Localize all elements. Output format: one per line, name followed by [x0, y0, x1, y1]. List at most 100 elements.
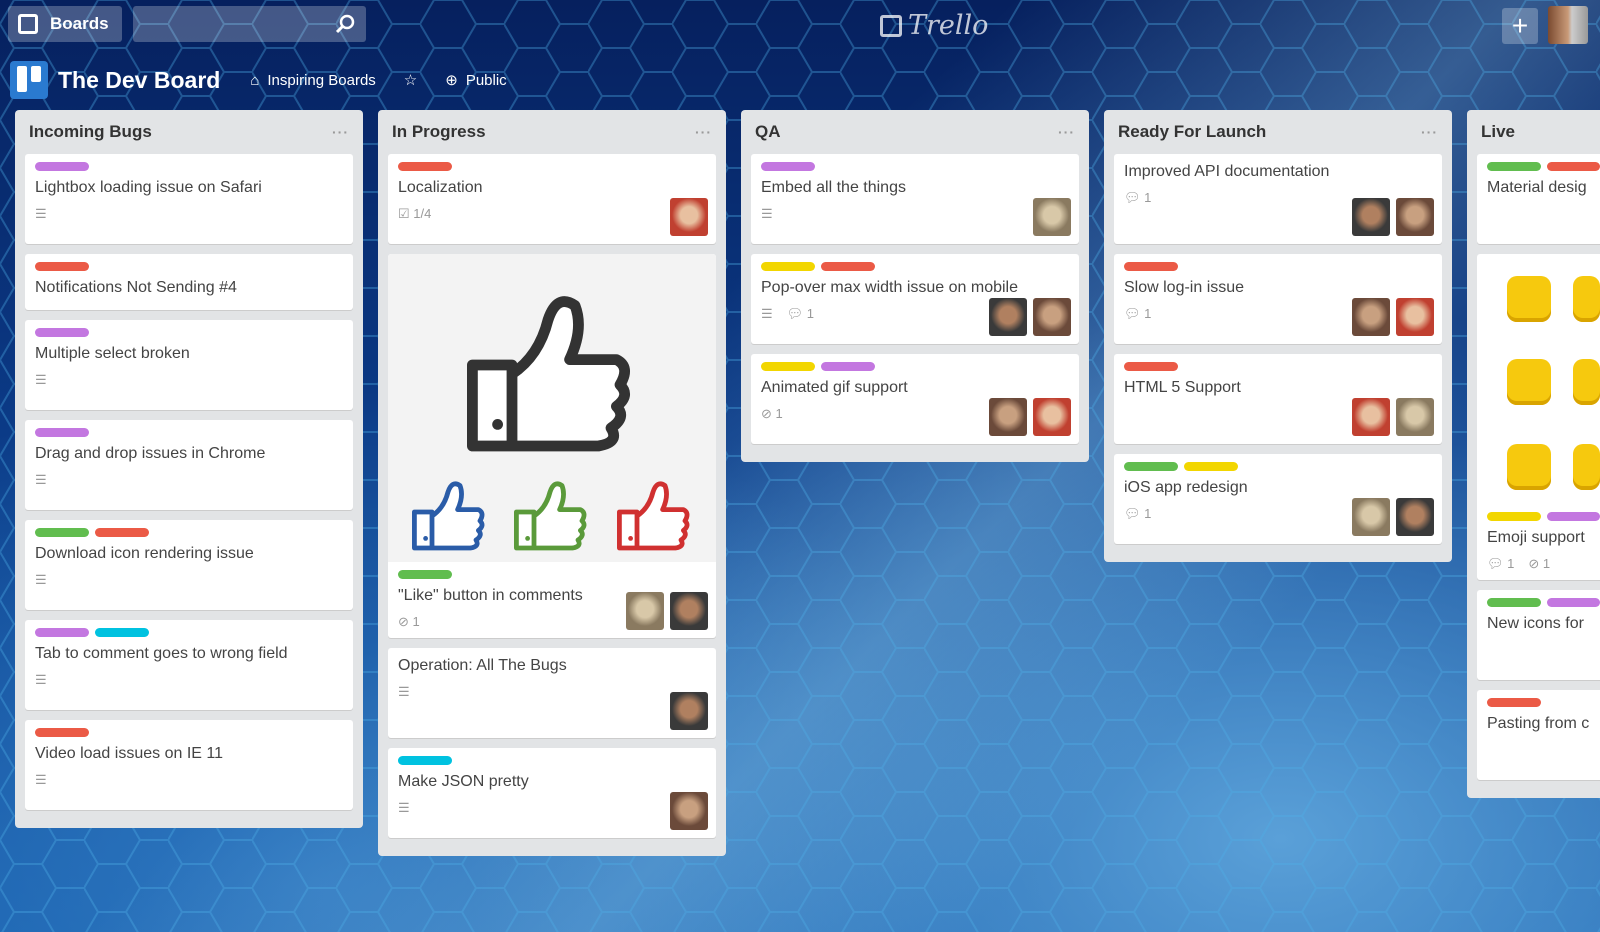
- card[interactable]: Pasting from c: [1477, 690, 1600, 780]
- member-avatar[interactable]: [989, 398, 1027, 436]
- member-avatar[interactable]: [1352, 498, 1390, 536]
- member-avatar[interactable]: [670, 198, 708, 236]
- trello-logo[interactable]: Trello: [880, 10, 988, 41]
- card[interactable]: Drag and drop issues in Chrome ☰: [25, 420, 353, 510]
- checklist-badge: ☑ 1/4: [398, 206, 432, 221]
- member-avatar[interactable]: [1033, 398, 1071, 436]
- visibility-button[interactable]: ⊕ Public: [445, 71, 506, 90]
- board-title[interactable]: The Dev Board: [58, 67, 220, 94]
- add-button[interactable]: +: [1502, 8, 1538, 44]
- card-title: Localization: [398, 179, 483, 196]
- comments-badge: 💬︎ 1: [1124, 190, 1152, 205]
- card-badges: ☰: [398, 800, 706, 816]
- card[interactable]: Operation: All The Bugs ☰: [388, 648, 716, 738]
- member-avatar[interactable]: [1352, 398, 1390, 436]
- card-members: [670, 198, 708, 236]
- attachments-badge: ⊘ 1: [1528, 556, 1551, 571]
- card[interactable]: Video load issues on IE 11 ☰: [25, 720, 353, 810]
- card[interactable]: iOS app redesign 💬︎ 1: [1114, 454, 1442, 544]
- label-yellow: [1487, 512, 1541, 521]
- user-avatar[interactable]: [1548, 6, 1588, 44]
- comment-icon: 💬︎: [1124, 306, 1141, 321]
- card-members: [670, 692, 708, 730]
- card[interactable]: Pop-over max width issue on mobile ☰ 💬︎ 1: [751, 254, 1079, 344]
- search-input[interactable]: [133, 6, 366, 42]
- card[interactable]: Emoji support 💬︎ 1 ⊘ 1: [1477, 254, 1600, 580]
- list-menu-icon[interactable]: ···: [1058, 124, 1075, 140]
- card-title: Video load issues on IE 11: [35, 745, 223, 762]
- list-title[interactable]: Ready For Launch: [1118, 122, 1266, 142]
- card-members: [670, 792, 708, 830]
- label-red: [1546, 162, 1600, 171]
- card-labels: [1487, 162, 1600, 172]
- card-badges: ☰: [35, 772, 343, 788]
- card-title: Operation: All The Bugs: [398, 657, 567, 674]
- team-button[interactable]: ⌂ Inspiring Boards: [250, 72, 375, 89]
- member-avatar[interactable]: [1352, 298, 1390, 336]
- card[interactable]: Improved API documentation 💬︎ 1: [1114, 154, 1442, 244]
- card[interactable]: Lightbox loading issue on Safari ☰: [25, 154, 353, 244]
- board-header: The Dev Board ⌂ Inspiring Boards ☆ ⊕ Publi…: [10, 60, 535, 100]
- list-menu-icon[interactable]: ···: [332, 124, 349, 140]
- card-title: New icons for: [1487, 615, 1584, 632]
- label-red: [95, 528, 149, 537]
- card[interactable]: Material desig: [1477, 154, 1600, 244]
- label-green: [1487, 598, 1541, 607]
- member-avatar[interactable]: [1396, 398, 1434, 436]
- paperclip-icon: ⊘: [1528, 556, 1540, 571]
- card[interactable]: Multiple select broken ☰: [25, 320, 353, 410]
- board-icon: [10, 61, 48, 99]
- card[interactable]: Notifications Not Sending #4: [25, 254, 353, 310]
- card[interactable]: Tab to comment goes to wrong field ☰: [25, 620, 353, 710]
- card[interactable]: Download icon rendering issue ☰: [25, 520, 353, 610]
- card[interactable]: New icons for: [1477, 590, 1600, 680]
- member-avatar[interactable]: [1396, 198, 1434, 236]
- list-title[interactable]: Incoming Bugs: [29, 122, 152, 142]
- list-header: QA ···: [751, 110, 1079, 154]
- list-title[interactable]: QA: [755, 122, 781, 142]
- member-avatar[interactable]: [989, 298, 1027, 336]
- card[interactable]: Slow log-in issue 💬︎ 1: [1114, 254, 1442, 344]
- card-members: [1352, 398, 1434, 436]
- boards-button[interactable]: Boards: [8, 6, 122, 42]
- list-title[interactable]: Live: [1481, 122, 1515, 142]
- label-green: [398, 570, 452, 579]
- description-icon: ☰: [398, 800, 410, 815]
- member-avatar[interactable]: [1396, 298, 1434, 336]
- card-members: [1352, 298, 1434, 336]
- emoji-icon: [1507, 276, 1551, 322]
- card[interactable]: Make JSON pretty ☰: [388, 748, 716, 838]
- card[interactable]: Embed all the things ☰: [751, 154, 1079, 244]
- star-button[interactable]: ☆: [404, 71, 417, 89]
- card-labels: [761, 162, 1069, 172]
- member-avatar[interactable]: [626, 592, 664, 630]
- card[interactable]: HTML 5 Support: [1114, 354, 1442, 444]
- card-cover-image: [388, 254, 716, 562]
- list-title[interactable]: In Progress: [392, 122, 486, 142]
- member-avatar[interactable]: [1352, 198, 1390, 236]
- card-title: Pop-over max width issue on mobile: [761, 279, 1019, 296]
- member-avatar[interactable]: [670, 592, 708, 630]
- comments-badge: 💬︎ 1: [1124, 306, 1152, 321]
- description-icon: ☰: [35, 672, 47, 687]
- list-menu-icon[interactable]: ···: [1421, 124, 1438, 140]
- card[interactable]: Animated gif support ⊘ 1: [751, 354, 1079, 444]
- member-avatar[interactable]: [1033, 198, 1071, 236]
- member-avatar[interactable]: [670, 692, 708, 730]
- member-avatar[interactable]: [670, 792, 708, 830]
- member-avatar[interactable]: [1396, 498, 1434, 536]
- member-avatar[interactable]: [1033, 298, 1071, 336]
- card-members: [626, 592, 708, 630]
- card[interactable]: "Like" button in comments ⊘ 1: [388, 254, 716, 638]
- card-badges: ☰: [35, 572, 343, 588]
- card-labels: [1487, 598, 1600, 608]
- card-badges: ☰: [35, 372, 343, 388]
- card-labels: [398, 162, 706, 172]
- description-icon: ☰: [35, 372, 47, 387]
- card-title: Multiple select broken: [35, 345, 190, 362]
- card[interactable]: Localization ☑ 1/4: [388, 154, 716, 244]
- comments-badge: 💬︎ 1: [1124, 506, 1152, 521]
- list-menu-icon[interactable]: ···: [695, 124, 712, 140]
- label-yellow: [1184, 462, 1238, 471]
- label-purple: [35, 428, 89, 437]
